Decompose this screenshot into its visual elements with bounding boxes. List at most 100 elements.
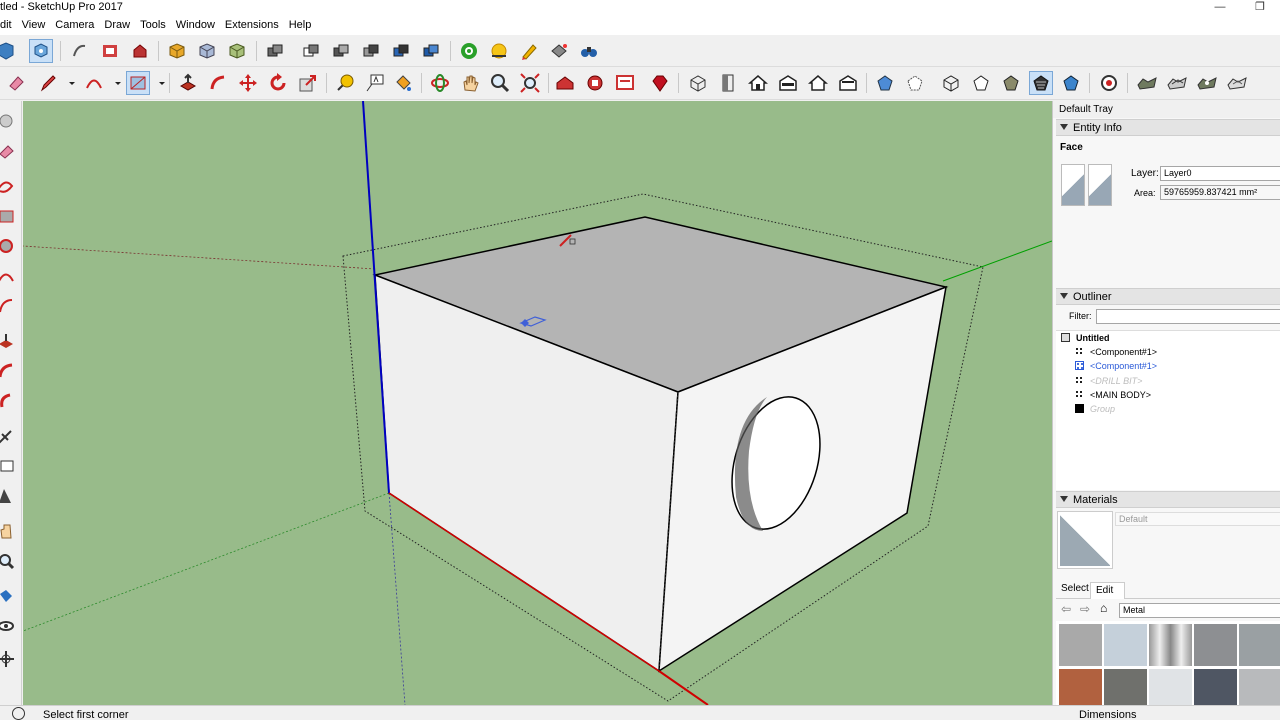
menu-camera[interactable]: Camera (50, 17, 99, 35)
menu-extensions[interactable]: Extensions (220, 17, 284, 35)
layer-select[interactable]: Layer0 (1160, 166, 1280, 181)
follow-me-button[interactable] (68, 39, 92, 63)
material-swatch[interactable] (1059, 624, 1102, 666)
menu-window[interactable]: Window (171, 17, 220, 35)
shadows-button[interactable] (487, 39, 511, 63)
xray-style-button[interactable] (873, 71, 897, 95)
outliner-item[interactable]: <Component#1> (1075, 347, 1157, 357)
tape-measure-button[interactable] (333, 71, 357, 95)
zoom-left-button[interactable] (0, 551, 18, 573)
rectangle-dropdown[interactable] (150, 71, 165, 95)
section-plane-button[interactable] (1097, 71, 1121, 95)
pan-button[interactable] (458, 71, 482, 95)
pan-left-button[interactable] (0, 521, 18, 543)
solid-union-button[interactable] (263, 39, 287, 63)
materials-edit-tab[interactable]: Edit (1090, 582, 1125, 599)
minimize-button[interactable]: — (1210, 0, 1230, 16)
material-swatch[interactable] (1239, 624, 1280, 666)
zoom-extents-button[interactable] (518, 71, 542, 95)
warehouse-3d-button[interactable] (553, 71, 577, 95)
outliner-item-selected[interactable]: <Component#1> (1075, 361, 1157, 371)
material-swatch[interactable] (1194, 624, 1237, 666)
materials-select-tab[interactable]: Select (1059, 582, 1091, 595)
arc-dropdown[interactable] (106, 71, 121, 95)
pencil-dropdown[interactable] (60, 71, 75, 95)
zoom-button[interactable] (488, 71, 512, 95)
warehouse-button[interactable] (128, 39, 152, 63)
position-camera-button[interactable] (0, 649, 18, 671)
restore-button[interactable]: ❐ (1250, 0, 1270, 16)
move-left-button[interactable] (0, 391, 18, 413)
entity-info-header[interactable]: Entity Info (1056, 119, 1280, 136)
back-material-swatch[interactable] (1088, 164, 1112, 206)
back-edges-button[interactable] (903, 71, 927, 95)
ruby-button[interactable] (648, 71, 672, 95)
eraser-button[interactable] (4, 71, 28, 95)
front-material-swatch[interactable] (1061, 164, 1085, 206)
materials-header[interactable]: Materials (1056, 491, 1280, 508)
axes-left-button[interactable] (0, 486, 18, 508)
rotate-button[interactable] (266, 71, 290, 95)
layout-send-button[interactable] (613, 71, 637, 95)
solid-split-button[interactable] (389, 39, 413, 63)
outliner-header[interactable]: Outliner (1056, 288, 1280, 305)
textured-box-button[interactable] (225, 39, 249, 63)
eraser-left-button[interactable] (0, 141, 18, 163)
text-left-button[interactable] (0, 456, 18, 478)
outliner-item-hidden[interactable]: Group (1075, 404, 1115, 414)
rect-left-button[interactable] (0, 206, 18, 228)
paint-bucket-button[interactable] (391, 71, 415, 95)
material-name-field[interactable]: Default (1115, 512, 1280, 526)
pencil-button[interactable] (36, 71, 60, 95)
menu-edit[interactable]: dit (0, 17, 17, 35)
follow-me-tool-button[interactable] (206, 71, 230, 95)
front-view-button[interactable] (746, 71, 770, 95)
forward-arrow-icon[interactable]: ⇨ (1080, 602, 1090, 616)
hidden-line-button[interactable] (969, 71, 993, 95)
menu-draw[interactable]: Draw (99, 17, 135, 35)
walk-left-button[interactable] (0, 586, 18, 608)
look-around-button[interactable] (0, 616, 18, 638)
solid-subtract-button[interactable] (329, 39, 353, 63)
material-swatch[interactable] (1239, 669, 1280, 705)
shaded-textures-button[interactable] (1029, 71, 1053, 95)
select-left-button[interactable] (0, 111, 18, 133)
material-swatch[interactable] (1104, 624, 1147, 666)
wireframe-button[interactable] (939, 71, 963, 95)
menu-view[interactable]: View (17, 17, 51, 35)
xray-box-button[interactable] (195, 39, 219, 63)
material-swatch[interactable] (1104, 669, 1147, 705)
back-view-button[interactable] (806, 71, 830, 95)
extension-warehouse-button[interactable] (583, 71, 607, 95)
sandbox-contours-button[interactable] (1135, 71, 1159, 95)
freehand-left-button[interactable] (0, 176, 18, 198)
fog-button[interactable] (517, 39, 541, 63)
menu-help[interactable]: Help (284, 17, 317, 35)
solid-trim-button[interactable] (359, 39, 383, 63)
arc-left-button[interactable] (0, 266, 18, 288)
model-canvas[interactable] (23, 101, 1052, 705)
binoculars-button[interactable] (577, 39, 601, 63)
material-library-select[interactable]: Metal (1119, 603, 1280, 618)
orbit-button[interactable] (428, 71, 452, 95)
geo-location-icon[interactable] (12, 707, 25, 720)
push-pull-button[interactable] (176, 71, 200, 95)
top-view-button[interactable] (716, 71, 740, 95)
pie-left-button[interactable] (0, 296, 18, 318)
text-button[interactable] (363, 71, 387, 95)
right-view-button[interactable] (776, 71, 800, 95)
circle-left-button[interactable] (0, 236, 18, 258)
outliner-root[interactable]: Untitled (1061, 333, 1110, 343)
orbit-select-button[interactable] (0, 39, 18, 63)
model-viewport[interactable] (23, 101, 1052, 705)
solid-outer-button[interactable] (419, 39, 443, 63)
tape-left-button[interactable] (0, 426, 18, 448)
location-button[interactable] (457, 39, 481, 63)
shaded-button[interactable] (999, 71, 1023, 95)
sandbox-scratch-button[interactable] (1165, 71, 1189, 95)
outliner-item-hidden[interactable]: <DRILL BIT> (1075, 376, 1142, 386)
pushpull-left-button[interactable] (0, 331, 18, 353)
scale-button[interactable] (296, 71, 320, 95)
section-button[interactable] (547, 39, 571, 63)
home-icon[interactable]: ⌂ (1100, 601, 1107, 615)
